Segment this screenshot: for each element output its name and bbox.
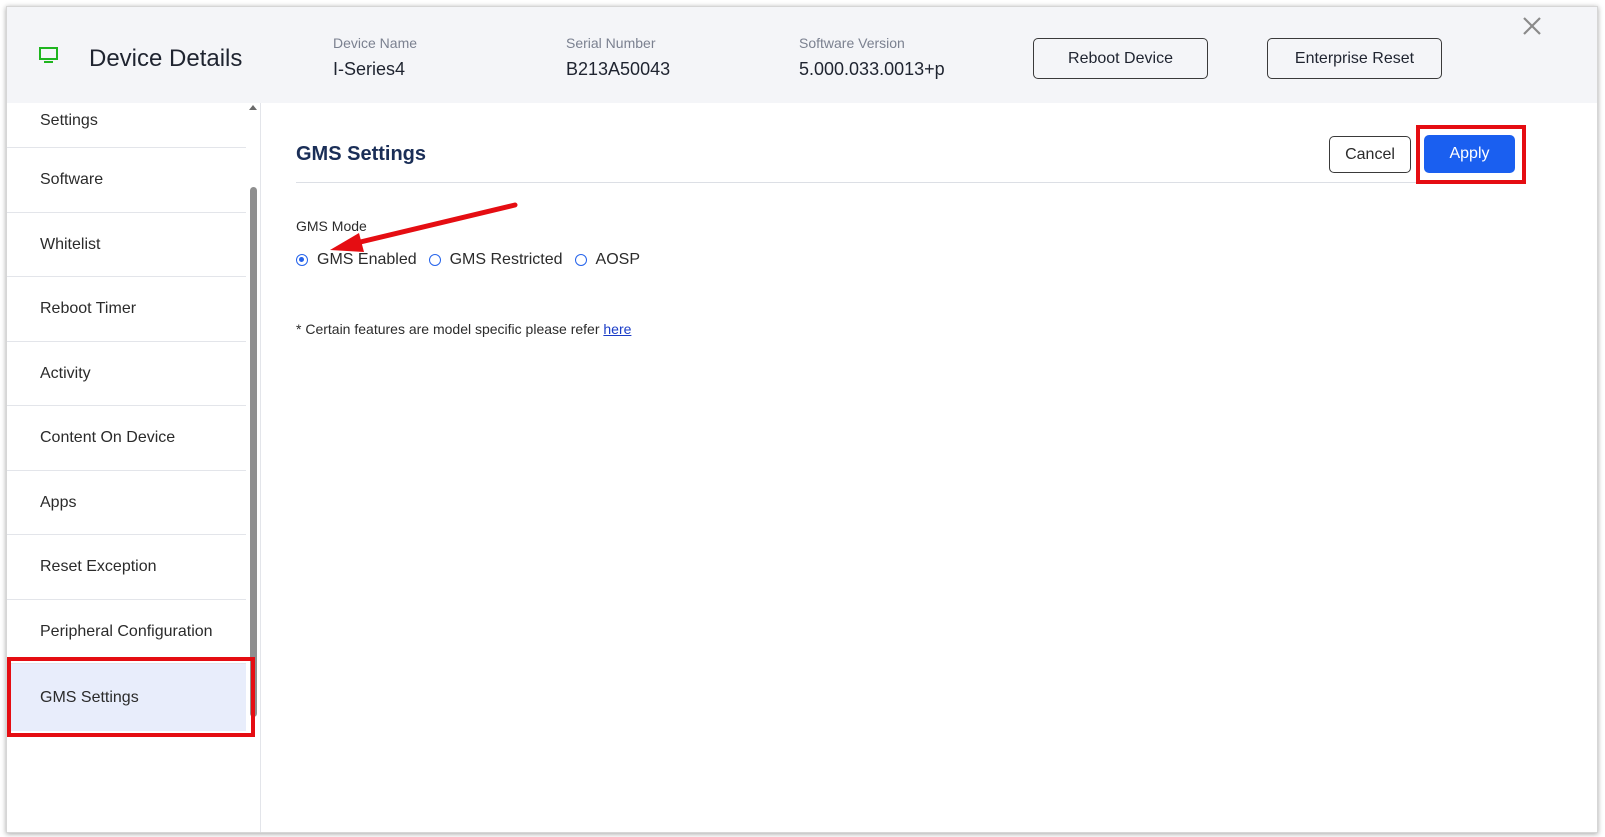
sidebar-nav: Settings Software Whitelist Reboot Timer… xyxy=(7,103,261,832)
sidebar-item-reboot-timer[interactable]: Reboot Timer xyxy=(7,277,246,342)
sidebar-item-whitelist[interactable]: Whitelist xyxy=(7,213,246,277)
software-version-label: Software Version xyxy=(799,35,905,51)
serial-number-value: B213A50043 xyxy=(566,59,671,79)
apply-button[interactable]: Apply xyxy=(1424,135,1515,173)
sidebar-item-software[interactable]: Software xyxy=(7,148,246,213)
radio-unchecked-icon[interactable] xyxy=(428,254,441,266)
radio-label: AOSP xyxy=(595,251,640,268)
reboot-device-button[interactable]: Reboot Device xyxy=(1033,38,1208,79)
model-note: * Certain features are model specific pl… xyxy=(296,321,631,337)
sidebar-scrollbar[interactable] xyxy=(249,103,258,728)
radio-gms-restricted[interactable]: GMS Restricted xyxy=(428,251,563,269)
cancel-button[interactable]: Cancel xyxy=(1329,136,1411,173)
gms-mode-label: GMS Mode xyxy=(296,218,367,234)
sidebar-item-reset-exception[interactable]: Reset Exception xyxy=(7,535,246,600)
scroll-thumb[interactable] xyxy=(250,187,257,717)
radio-checked-icon[interactable] xyxy=(296,254,308,266)
enterprise-reset-button[interactable]: Enterprise Reset xyxy=(1267,38,1442,79)
sidebar-item-apps[interactable]: Apps xyxy=(7,471,246,535)
sidebar-item-content-on-device[interactable]: Content On Device xyxy=(7,406,246,471)
sidebar-item-peripheral-configuration[interactable]: Peripheral Configuration xyxy=(7,600,246,664)
section-title: GMS Settings xyxy=(296,143,427,165)
title-divider xyxy=(296,182,1421,183)
sidebar-item-activity[interactable]: Activity xyxy=(7,342,246,406)
gms-mode-radio-group: GMS Enabled GMS Restricted AOSP xyxy=(296,251,652,269)
sidebar-item-gms-settings[interactable]: GMS Settings xyxy=(7,664,246,731)
scroll-up-icon[interactable] xyxy=(249,105,257,110)
close-icon[interactable] xyxy=(1521,15,1543,37)
software-version-value: 5.000.033.0013+p xyxy=(799,59,945,79)
page-title: Device Details xyxy=(89,45,243,72)
monitor-icon xyxy=(39,47,58,63)
sidebar-item-settings[interactable]: Settings xyxy=(7,103,246,148)
device-name-block: Device Name I-Series4 xyxy=(333,35,417,80)
serial-number-label: Serial Number xyxy=(566,35,656,51)
radio-label: GMS Enabled xyxy=(317,251,417,268)
model-note-text: * Certain features are model specific pl… xyxy=(296,321,604,337)
here-link[interactable]: here xyxy=(603,321,631,337)
modal-header: Device Details Device Name I-Series4 Ser… xyxy=(7,7,1597,103)
radio-aosp[interactable]: AOSP xyxy=(574,251,640,269)
main-content: GMS Settings Cancel Apply GMS Mode GMS E… xyxy=(261,103,1597,832)
device-details-modal: Device Details Device Name I-Series4 Ser… xyxy=(6,6,1598,833)
radio-unchecked-icon[interactable] xyxy=(574,254,587,266)
device-name-value: I-Series4 xyxy=(333,59,406,79)
device-name-label: Device Name xyxy=(333,35,418,51)
software-version-block: Software Version 5.000.033.0013+p xyxy=(799,35,945,80)
radio-gms-enabled[interactable]: GMS Enabled xyxy=(296,251,417,269)
radio-label: GMS Restricted xyxy=(449,251,563,268)
serial-number-block: Serial Number B213A50043 xyxy=(566,35,670,80)
